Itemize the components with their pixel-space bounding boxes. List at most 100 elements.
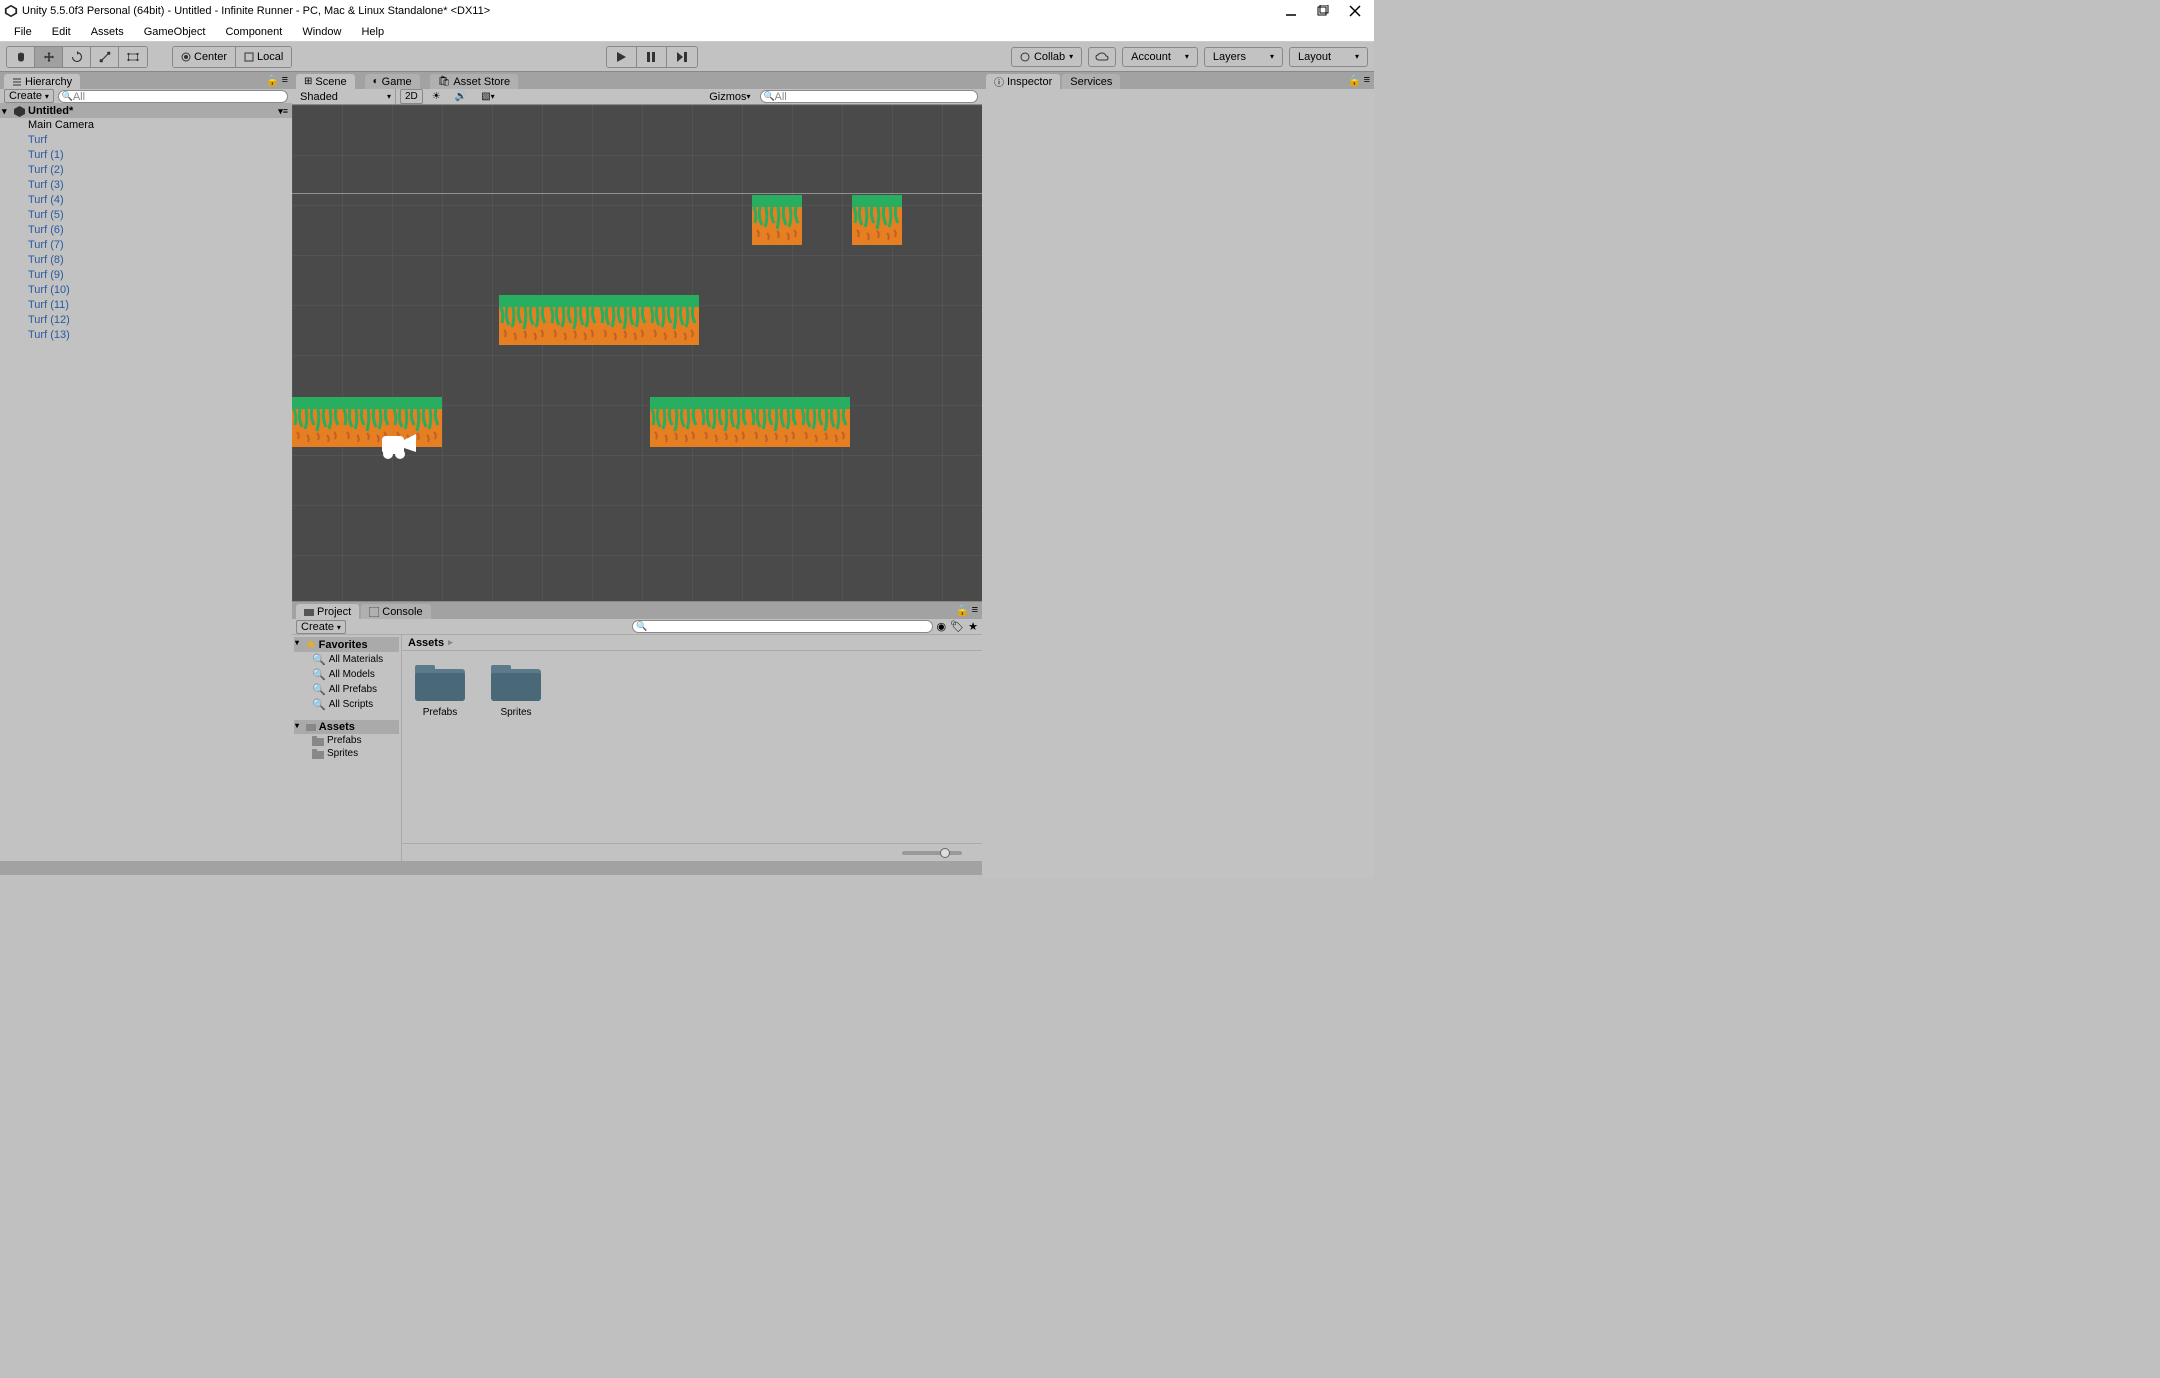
play-button[interactable] — [607, 47, 637, 67]
inspector-tabs: ⓘInspector Services 🔒≡ — [982, 72, 1374, 89]
turf-sprite[interactable] — [650, 397, 700, 447]
favorite-item[interactable]: 🔍 All Models — [294, 667, 399, 682]
project-create-button[interactable]: Create ▾ — [296, 620, 346, 634]
rotate-tool[interactable] — [63, 47, 91, 67]
maximize-button[interactable] — [1316, 4, 1330, 18]
favorites-header[interactable]: ★ Favorites — [294, 637, 399, 652]
hierarchy-item[interactable]: Turf (8) — [0, 253, 292, 268]
services-tab[interactable]: Services — [1062, 74, 1120, 89]
hierarchy-item[interactable]: Turf (10) — [0, 283, 292, 298]
scene-tab[interactable]: ⊞Scene — [296, 74, 355, 89]
pause-button[interactable] — [637, 47, 667, 67]
hierarchy-item[interactable]: Turf (9) — [0, 268, 292, 283]
close-button[interactable] — [1348, 4, 1362, 18]
hierarchy-item[interactable]: Turf (3) — [0, 178, 292, 193]
transform-tools — [6, 46, 148, 68]
hierarchy-item[interactable]: Turf (11) — [0, 298, 292, 313]
asset-folder-item[interactable]: Sprites — [294, 747, 399, 760]
hierarchy-scene-row[interactable]: Untitled*▾≡ — [0, 104, 292, 118]
panel-menu-icon[interactable]: ≡ — [1364, 74, 1370, 87]
menu-window[interactable]: Window — [292, 24, 351, 40]
hierarchy-create-button[interactable]: Create ▾ — [4, 89, 54, 103]
asset-folder-item[interactable]: Prefabs — [294, 734, 399, 747]
turf-sprite[interactable] — [752, 195, 802, 245]
step-button[interactable] — [667, 47, 697, 67]
turf-sprite[interactable] — [750, 397, 800, 447]
turf-sprite[interactable] — [292, 397, 342, 447]
collab-dropdown[interactable]: Collab▾ — [1011, 47, 1082, 67]
turf-sprite[interactable] — [852, 195, 902, 245]
filter-by-type-icon[interactable]: ◉ — [937, 620, 947, 633]
cloud-button[interactable] — [1088, 47, 1116, 67]
inspector-panel — [982, 89, 1374, 878]
assets-header[interactable]: Assets — [294, 720, 399, 734]
account-dropdown[interactable]: Account▾ — [1122, 47, 1198, 67]
hierarchy-item[interactable]: Turf (1) — [0, 148, 292, 163]
hierarchy-item[interactable]: Turf (6) — [0, 223, 292, 238]
turf-sprite[interactable] — [800, 397, 850, 447]
effects-dropdown[interactable]: ▧ ▾ — [476, 89, 499, 104]
layout-dropdown[interactable]: Layout▾ — [1289, 47, 1368, 67]
rect-tool[interactable] — [119, 47, 147, 67]
titlebar: Unity 5.5.0f3 Personal (64bit) - Untitle… — [0, 0, 1374, 22]
thumbnail-size-slider[interactable] — [902, 851, 962, 855]
turf-sprite[interactable] — [599, 295, 649, 345]
camera-gizmo-icon[interactable] — [374, 430, 418, 460]
hierarchy-search[interactable]: 🔍All — [58, 90, 288, 103]
project-folder[interactable]: Prefabs — [412, 661, 468, 718]
hierarchy-item[interactable]: Turf (2) — [0, 163, 292, 178]
project-folder[interactable]: Sprites — [488, 661, 544, 718]
hierarchy-item[interactable]: Turf — [0, 133, 292, 148]
project-tab[interactable]: Project — [296, 604, 359, 619]
hierarchy-item[interactable]: Turf (4) — [0, 193, 292, 208]
menubar: File Edit Assets GameObject Component Wi… — [0, 22, 1374, 42]
scene-search[interactable]: 🔍All — [760, 90, 979, 103]
lighting-toggle[interactable]: ☀ — [427, 89, 446, 104]
asset-store-tab[interactable]: 🛍Asset Store — [430, 74, 519, 89]
save-search-icon[interactable]: ★ — [968, 620, 978, 633]
turf-sprite[interactable] — [499, 295, 549, 345]
turf-sprite[interactable] — [649, 295, 699, 345]
console-tab[interactable]: Console — [361, 604, 430, 619]
inspector-tab[interactable]: ⓘInspector — [986, 74, 1060, 89]
turf-sprite[interactable] — [549, 295, 599, 345]
hierarchy-item[interactable]: Turf (7) — [0, 238, 292, 253]
favorite-item[interactable]: 🔍 All Prefabs — [294, 682, 399, 697]
hierarchy-item[interactable]: Main Camera — [0, 118, 292, 133]
hierarchy-list: Untitled*▾≡ Main CameraTurfTurf (1)Turf … — [0, 104, 292, 861]
layers-dropdown[interactable]: Layers▾ — [1204, 47, 1283, 67]
breadcrumb[interactable]: Assets ▸ — [402, 635, 982, 651]
menu-gameobject[interactable]: GameObject — [134, 24, 216, 40]
menu-component[interactable]: Component — [215, 24, 292, 40]
menu-file[interactable]: File — [4, 24, 42, 40]
minimize-button[interactable] — [1284, 4, 1298, 18]
menu-edit[interactable]: Edit — [42, 24, 81, 40]
panel-menu-icon[interactable]: ≡ — [282, 74, 288, 87]
panel-menu-icon[interactable]: ≡ — [972, 604, 978, 617]
shading-mode-dropdown[interactable]: Shaded▾ — [296, 89, 396, 104]
favorite-item[interactable]: 🔍 All Materials — [294, 652, 399, 667]
pivot-center-button[interactable]: Center — [173, 47, 236, 67]
2d-toggle[interactable]: 2D — [400, 89, 423, 104]
hierarchy-item[interactable]: Turf (5) — [0, 208, 292, 223]
panel-lock-icon[interactable]: 🔒 — [1348, 74, 1362, 87]
scale-tool[interactable] — [91, 47, 119, 67]
filter-by-label-icon[interactable]: 🏷 — [950, 620, 964, 633]
favorite-item[interactable]: 🔍 All Scripts — [294, 697, 399, 712]
hand-tool[interactable] — [7, 47, 35, 67]
move-tool[interactable] — [35, 47, 63, 67]
audio-toggle[interactable]: 🔊 — [450, 89, 472, 104]
hierarchy-item[interactable]: Turf (13) — [0, 328, 292, 343]
project-search[interactable]: 🔍 — [632, 620, 932, 633]
panel-lock-icon[interactable]: 🔒 — [266, 74, 280, 87]
scene-view[interactable] — [292, 105, 982, 601]
menu-assets[interactable]: Assets — [81, 24, 134, 40]
pivot-local-button[interactable]: Local — [236, 47, 291, 67]
gizmos-dropdown[interactable]: Gizmos ▾ — [704, 89, 755, 104]
game-tab[interactable]: ◐Game — [365, 74, 420, 89]
panel-lock-icon[interactable]: 🔒 — [956, 604, 970, 617]
hierarchy-tab[interactable]: Hierarchy — [4, 74, 80, 89]
hierarchy-item[interactable]: Turf (12) — [0, 313, 292, 328]
menu-help[interactable]: Help — [351, 24, 394, 40]
turf-sprite[interactable] — [700, 397, 750, 447]
